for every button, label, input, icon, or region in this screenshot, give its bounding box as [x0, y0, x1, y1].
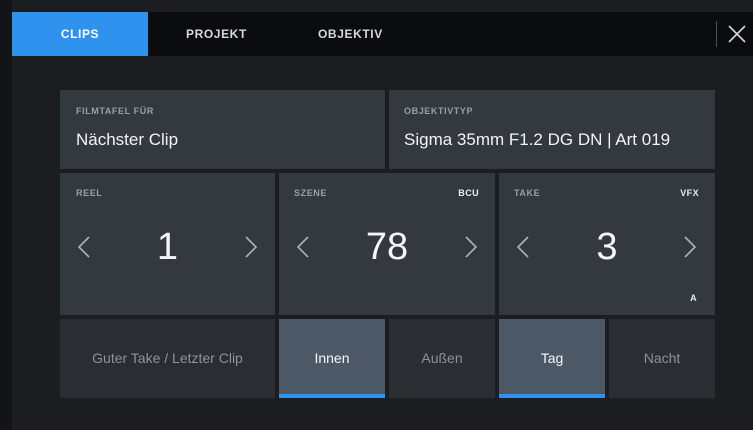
objektivtyp-panel[interactable]: OBJEKTIVTYP Sigma 35mm F1.2 DG DN | Art …	[389, 90, 715, 169]
nacht-button[interactable]: Nacht	[609, 319, 715, 398]
chevron-right-icon	[245, 236, 258, 258]
chevron-right-icon	[465, 236, 478, 258]
filmtafel-value: Nächster Clip	[76, 130, 179, 149]
left-edge	[0, 0, 12, 430]
aussen-label: Außen	[421, 350, 463, 366]
innen-selected-indicator	[279, 394, 385, 398]
take-badge: VFX	[680, 188, 699, 198]
chevron-right-icon	[684, 236, 697, 258]
take-label: TAKE	[514, 188, 541, 198]
close-button[interactable]	[722, 16, 752, 52]
tab-bar: CLIPS PROJEKT OBJEKTIV	[12, 12, 753, 56]
good-take-label: Guter Take / Letzter Clip	[92, 350, 243, 366]
szene-value: 78	[365, 226, 409, 268]
tab-objektiv[interactable]: OBJEKTIV	[318, 12, 383, 56]
nacht-label: Nacht	[643, 350, 681, 366]
tab-divider	[716, 21, 717, 47]
objektivtyp-label: OBJEKTIVTYP	[404, 106, 474, 116]
szene-panel: SZENE BCU 78	[279, 173, 495, 315]
aussen-button[interactable]: Außen	[389, 319, 495, 398]
reel-increment-button[interactable]	[244, 236, 258, 258]
szene-increment-button[interactable]	[464, 236, 478, 258]
take-sub-badge: A	[690, 293, 697, 303]
tag-selected-indicator	[499, 394, 605, 398]
innen-label: Innen	[314, 350, 350, 366]
good-take-button[interactable]: Guter Take / Letzter Clip	[60, 319, 275, 398]
take-increment-button[interactable]	[683, 236, 697, 258]
innen-button[interactable]: Innen	[279, 319, 385, 398]
tag-button[interactable]: Tag	[499, 319, 605, 398]
take-panel: TAKE VFX 3 A	[499, 173, 715, 315]
tag-label: Tag	[540, 350, 564, 366]
szene-label: SZENE	[294, 188, 328, 198]
objektivtyp-value: Sigma 35mm F1.2 DG DN | Art 019	[404, 130, 671, 149]
filmtafel-label: FILMTAFEL FÜR	[76, 106, 154, 116]
reel-value: 1	[156, 226, 179, 268]
tab-clips[interactable]: CLIPS	[12, 12, 148, 56]
szene-badge: BCU	[458, 188, 479, 198]
tab-projekt[interactable]: PROJEKT	[186, 12, 247, 56]
filmtafel-panel[interactable]: FILMTAFEL FÜR Nächster Clip	[60, 90, 385, 169]
close-icon	[728, 25, 746, 43]
reel-panel: REEL 1	[60, 173, 275, 315]
reel-label: REEL	[76, 188, 103, 198]
